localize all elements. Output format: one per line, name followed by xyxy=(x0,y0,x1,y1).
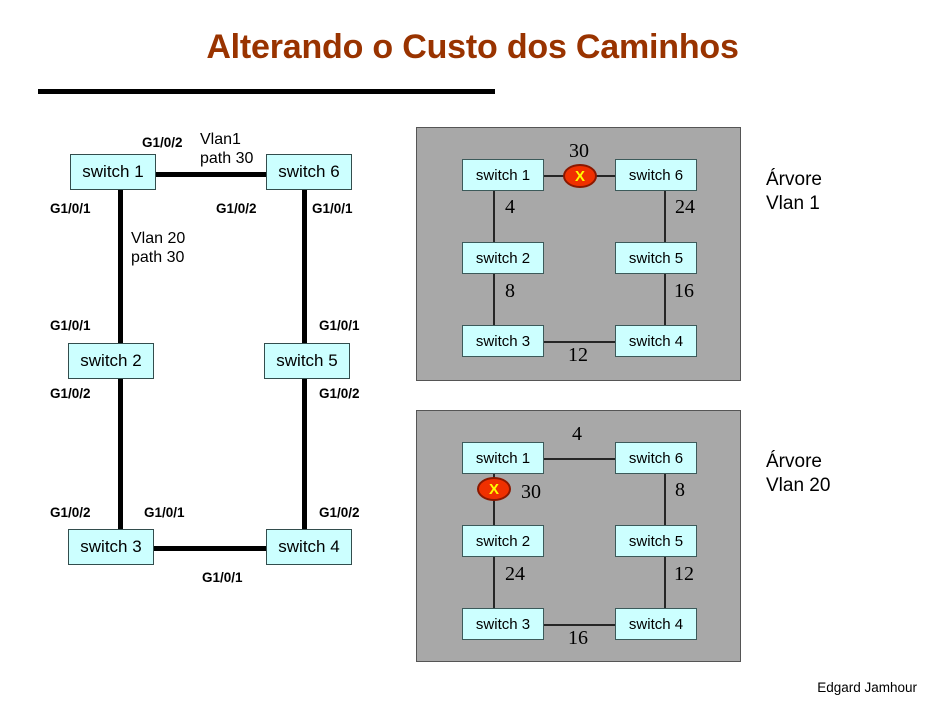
tree2-cost-sw3-sw4: 16 xyxy=(568,627,588,649)
topology-node-switch-6[interactable]: switch 6 xyxy=(266,154,352,190)
tree1-node-switch-5[interactable]: switch 5 xyxy=(615,242,697,274)
tree1-cost-sw5-sw4: 16 xyxy=(674,280,694,302)
port-label-sw1-left: G1/0/1 xyxy=(50,201,91,216)
tree1-node-switch-3[interactable]: switch 3 xyxy=(462,325,544,357)
annotation-vlan20: Vlan 20 path 30 xyxy=(131,230,185,268)
link-sw2-sw3 xyxy=(118,362,123,548)
topology-node-label: switch 6 xyxy=(278,162,340,181)
tree1-node-switch-4[interactable]: switch 4 xyxy=(615,325,697,357)
tree-node-label: switch 4 xyxy=(628,332,684,350)
annotation-vlan1-line1: Vlan1 xyxy=(200,131,241,148)
topology-node-switch-2[interactable]: switch 2 xyxy=(68,343,154,379)
tree-node-label: switch 4 xyxy=(628,615,684,633)
tree-node-label: switch 6 xyxy=(628,449,684,467)
tree-node-label: switch 2 xyxy=(475,249,531,267)
port-label-sw2-top: G1/0/1 xyxy=(50,318,91,333)
tree2-link-sw5-sw4 xyxy=(664,557,666,608)
tree2-cost-sw1-sw6: 4 xyxy=(572,423,582,445)
topology-node-switch-1[interactable]: switch 1 xyxy=(70,154,156,190)
port-label-sw3-right: G1/0/1 xyxy=(144,505,185,520)
tree-caption-line2: Vlan 1 xyxy=(766,192,820,214)
link-sw1-sw6 xyxy=(152,172,270,177)
tree2-node-switch-2[interactable]: switch 2 xyxy=(462,525,544,557)
port-label-sw6-right: G1/0/1 xyxy=(312,201,353,216)
tree2-link-sw3-sw4 xyxy=(544,624,616,626)
port-label-sw1-top: G1/0/2 xyxy=(142,135,183,150)
tree2-link-sw6-sw5 xyxy=(664,474,666,525)
annotation-vlan1-line2: path 30 xyxy=(200,149,254,167)
tree2-cost-sw1-sw2: 30 xyxy=(521,481,541,503)
tree-caption-line1: Árvore xyxy=(766,169,822,190)
port-label-sw6-left: G1/0/2 xyxy=(216,201,257,216)
spanning-tree-panel-vlan20: switch 1 switch 6 switch 2 switch 5 swit… xyxy=(416,410,741,662)
tree2-link-sw2-sw3 xyxy=(493,557,495,608)
tree1-cost-sw1-sw6: 30 xyxy=(569,140,589,162)
blocked-port-marker-icon: X xyxy=(477,477,511,501)
tree-node-label: switch 3 xyxy=(475,615,531,633)
blocked-port-marker-icon: X xyxy=(563,164,597,188)
tree2-cost-sw6-sw5: 8 xyxy=(675,479,685,501)
annotation-vlan20-line1: Vlan 20 xyxy=(131,230,186,247)
tree1-link-sw1-sw2 xyxy=(493,191,495,242)
tree-node-label: switch 2 xyxy=(475,532,531,550)
port-label-sw4-top: G1/0/2 xyxy=(319,505,360,520)
link-sw3-sw4 xyxy=(152,546,270,551)
topology-node-label: switch 3 xyxy=(80,537,142,556)
port-label-sw2-bottom: G1/0/2 xyxy=(50,386,91,401)
tree-caption-line1: Árvore xyxy=(766,451,822,472)
tree2-node-switch-3[interactable]: switch 3 xyxy=(462,608,544,640)
tree1-link-sw6-sw5 xyxy=(664,191,666,242)
tree-node-label: switch 5 xyxy=(628,532,684,550)
tree-caption-line2: Vlan 20 xyxy=(766,474,831,496)
footer-credit: Edgard Jamhour xyxy=(817,680,917,695)
tree2-cost-sw5-sw4: 12 xyxy=(674,563,694,585)
tree-caption-vlan1: Árvore Vlan 1 xyxy=(766,168,822,216)
spanning-tree-panel-vlan1: switch 1 switch 6 switch 2 switch 5 swit… xyxy=(416,127,741,381)
tree1-link-sw2-sw3 xyxy=(493,274,495,325)
tree-node-label: switch 6 xyxy=(628,166,684,184)
tree1-link-sw3-sw4 xyxy=(544,341,616,343)
tree1-node-switch-1[interactable]: switch 1 xyxy=(462,159,544,191)
port-label-sw3-top: G1/0/2 xyxy=(50,505,91,520)
tree2-node-switch-6[interactable]: switch 6 xyxy=(615,442,697,474)
tree2-node-switch-4[interactable]: switch 4 xyxy=(615,608,697,640)
title-underline-rule xyxy=(38,89,495,94)
topology-node-label: switch 4 xyxy=(278,537,340,556)
tree2-link-sw1-sw6 xyxy=(544,458,616,460)
tree1-cost-sw1-sw2: 4 xyxy=(505,196,515,218)
topology-node-switch-5[interactable]: switch 5 xyxy=(264,343,350,379)
tree1-node-switch-6[interactable]: switch 6 xyxy=(615,159,697,191)
page-title: Alterando o Custo dos Caminhos xyxy=(206,28,739,66)
topology-node-switch-4[interactable]: switch 4 xyxy=(266,529,352,565)
port-label-sw5-top: G1/0/1 xyxy=(319,318,360,333)
tree2-node-switch-1[interactable]: switch 1 xyxy=(462,442,544,474)
tree1-link-sw5-sw4 xyxy=(664,274,666,325)
topology-node-switch-3[interactable]: switch 3 xyxy=(68,529,154,565)
tree-node-label: switch 5 xyxy=(628,249,684,267)
tree2-node-switch-5[interactable]: switch 5 xyxy=(615,525,697,557)
port-label-sw4-bottom: G1/0/1 xyxy=(202,570,243,585)
topology-node-label: switch 1 xyxy=(82,162,144,181)
tree1-cost-sw3-sw4: 12 xyxy=(568,344,588,366)
annotation-vlan1: Vlan1 path 30 xyxy=(200,131,253,169)
annotation-vlan20-line2: path 30 xyxy=(131,248,185,266)
topology-node-label: switch 2 xyxy=(80,351,142,370)
port-label-sw5-bottom: G1/0/2 xyxy=(319,386,360,401)
tree1-node-switch-2[interactable]: switch 2 xyxy=(462,242,544,274)
tree-node-label: switch 1 xyxy=(475,166,531,184)
tree2-cost-sw2-sw3: 24 xyxy=(505,563,525,585)
tree-node-label: switch 3 xyxy=(475,332,531,350)
topology-node-label: switch 5 xyxy=(276,351,338,370)
tree-node-label: switch 1 xyxy=(475,449,531,467)
tree1-cost-sw6-sw5: 24 xyxy=(675,196,695,218)
link-sw5-sw4 xyxy=(302,362,307,548)
tree-caption-vlan20: Árvore Vlan 20 xyxy=(766,450,830,498)
tree1-cost-sw2-sw3: 8 xyxy=(505,280,515,302)
